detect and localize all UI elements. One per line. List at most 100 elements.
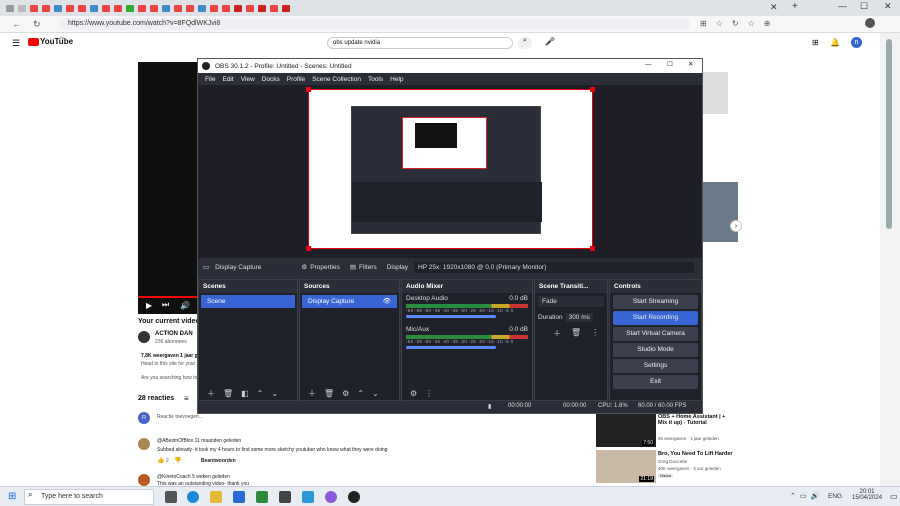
tab-icon[interactable]	[66, 4, 74, 12]
maximize-icon[interactable]: ☐	[667, 60, 673, 68]
recommendation-channel[interactable]: Greg Doucette	[658, 459, 687, 464]
volume-slider[interactable]	[406, 346, 496, 349]
avatar[interactable]: n	[851, 37, 862, 48]
video-progress-bar[interactable]	[138, 296, 198, 298]
transform-handle[interactable]	[590, 87, 595, 92]
dislike-icon[interactable]: 👎	[174, 457, 181, 464]
duration-input[interactable]: 300 ms	[565, 313, 593, 322]
start-streaming-button[interactable]: Start Streaming	[613, 295, 698, 309]
transform-handle[interactable]	[306, 87, 311, 92]
more-icon[interactable]: ⋮	[425, 389, 433, 398]
remove-icon[interactable]: 🗑	[324, 389, 334, 398]
filters-icon[interactable]: ▤	[350, 263, 356, 271]
tab-icon[interactable]	[150, 4, 158, 12]
properties-button[interactable]: Properties	[310, 264, 340, 271]
youtube-search-input[interactable]: obs update nvidia	[327, 37, 513, 49]
recommendation-title[interactable]: OBS + Home Assistant | + Mix it up) - Tu…	[658, 414, 733, 426]
tab-icon[interactable]	[282, 4, 290, 12]
tab-icon[interactable]	[270, 4, 278, 12]
chevron-up-icon[interactable]: ⌃	[257, 389, 264, 398]
language-indicator[interactable]: ENG	[828, 493, 842, 500]
exit-button[interactable]: Exit	[613, 375, 698, 389]
recommendation-thumbnail[interactable]: 21:19	[596, 450, 656, 483]
window-menu-icon[interactable]	[6, 4, 14, 12]
store-icon[interactable]	[233, 491, 245, 503]
start-virtual-camera-button[interactable]: Start Virtual Camera	[613, 327, 698, 341]
browser-tab-strip[interactable]: ✕ + — ☐ ✕	[0, 0, 900, 16]
tab-icon[interactable]	[210, 4, 218, 12]
filters-button[interactable]: Filters	[359, 264, 377, 271]
maximize-icon[interactable]: ☐	[860, 1, 868, 12]
filter-icon[interactable]: ◧	[241, 389, 249, 398]
reply-button[interactable]: Beantwoorden	[201, 458, 236, 464]
transform-handle[interactable]	[306, 246, 311, 251]
transition-select[interactable]: Fade	[538, 296, 604, 307]
recommendation-title[interactable]: Bro, You Need To Lift Harder	[658, 451, 733, 457]
tab-icon[interactable]	[258, 4, 266, 12]
add-icon[interactable]: ＋	[553, 328, 561, 339]
create-icon[interactable]: ⊞	[812, 38, 819, 47]
next-icon[interactable]: ⏭	[162, 300, 169, 310]
tab-icon[interactable]	[174, 4, 182, 12]
comment-avatar[interactable]	[138, 438, 150, 450]
clock[interactable]: 20:01 15/04/2024	[852, 489, 882, 501]
menu-profile[interactable]: Profile	[287, 76, 305, 83]
menu-edit[interactable]: Edit	[222, 76, 233, 83]
url-field[interactable]: https://www.youtube.com/watch?v=8FQdlWKJ…	[60, 18, 690, 30]
studio-mode-button[interactable]: Studio Mode	[613, 343, 698, 357]
edge-icon[interactable]	[187, 491, 199, 503]
tray-icons[interactable]: ⌃▭🔊	[790, 492, 823, 500]
tab-icon[interactable]	[114, 4, 122, 12]
menu-tools[interactable]: Tools	[368, 76, 383, 83]
app-icon[interactable]	[325, 491, 337, 503]
video-player[interactable]: ▶ ⏭ 🔊	[138, 62, 198, 314]
reload-icon[interactable]: ↻	[33, 19, 41, 30]
task-view-icon[interactable]	[165, 491, 177, 503]
tab-icon[interactable]	[102, 4, 110, 12]
scrollbar-thumb[interactable]	[886, 39, 892, 229]
bell-icon[interactable]: 🔔	[830, 38, 840, 47]
back-icon[interactable]: ←	[12, 19, 21, 29]
remove-icon[interactable]: 🗑	[571, 328, 581, 339]
close-icon[interactable]: ✕	[688, 60, 693, 68]
chevron-right-icon[interactable]: ›	[730, 220, 742, 232]
minimize-icon[interactable]: —	[838, 1, 847, 11]
window-close-icon[interactable]: ✕	[884, 1, 892, 12]
minimize-icon[interactable]: —	[645, 61, 652, 68]
preview-canvas[interactable]	[306, 87, 595, 251]
app-icon[interactable]	[279, 491, 291, 503]
remove-icon[interactable]: 🗑	[223, 389, 233, 398]
hamburger-menu-icon[interactable]: ☰	[12, 38, 20, 49]
page-scrollbar[interactable]	[880, 33, 900, 486]
recommendation-thumbnail[interactable]	[703, 182, 738, 242]
windows-start-icon[interactable]: ⊞	[8, 491, 16, 502]
add-comment-input[interactable]: Reactie toevoegen...	[157, 414, 203, 420]
scene-item[interactable]: Scene	[201, 295, 295, 308]
menu-scene-collection[interactable]: Scene Collection	[312, 76, 361, 83]
app-icon[interactable]	[256, 491, 268, 503]
play-icon[interactable]: ▶	[146, 301, 152, 310]
start-recording-button[interactable]: Start Recording	[613, 311, 698, 325]
profile-icon[interactable]	[865, 18, 875, 28]
channel-name[interactable]: ACTION DAN	[155, 331, 193, 337]
tab-icon[interactable]	[30, 4, 38, 12]
tab-icon[interactable]	[126, 4, 134, 12]
add-icon[interactable]: ＋	[308, 388, 316, 399]
youtube-logo-icon[interactable]	[28, 38, 39, 46]
comment-author[interactable]: @ABestnOfBlox 11 maanden geleden	[157, 438, 241, 444]
recommendation-thumbnail[interactable]: 7:50	[596, 414, 656, 447]
recommendation-thumbnail[interactable]	[703, 72, 728, 114]
tab-icon[interactable]	[78, 4, 86, 12]
add-icon[interactable]: ＋	[207, 388, 215, 399]
tab-icon[interactable]	[90, 4, 98, 12]
tab-icon[interactable]	[198, 4, 206, 12]
like-icon[interactable]: 👍	[157, 457, 164, 464]
source-item[interactable]: Display Capture 👁	[302, 295, 397, 308]
file-explorer-icon[interactable]	[210, 491, 222, 503]
more-icon[interactable]: ⋮	[591, 328, 599, 339]
gear-icon[interactable]: ⚙	[342, 389, 349, 398]
tab-icon[interactable]	[246, 4, 254, 12]
app-icon[interactable]	[302, 491, 314, 503]
obs-window[interactable]: OBS 30.1.2 - Profile: Untitled - Scenes:…	[197, 58, 703, 414]
menu-docks[interactable]: Docks	[262, 76, 280, 83]
